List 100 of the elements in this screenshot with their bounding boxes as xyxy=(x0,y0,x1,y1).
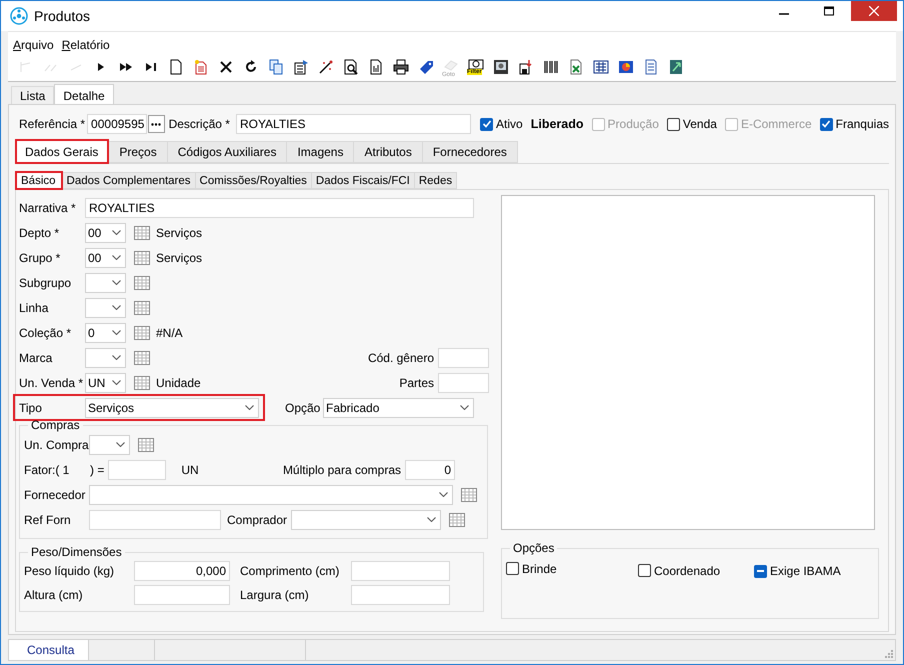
field-label: Fornecedor xyxy=(24,488,86,502)
caret-icon xyxy=(427,517,436,522)
lookup-description: #N/A xyxy=(156,326,183,340)
tab[interactable]: Dados Complementares xyxy=(62,172,196,189)
type-dropdown[interactable]: Serviços xyxy=(85,398,259,418)
checkbox[interactable] xyxy=(666,118,680,130)
multiple-field[interactable]: 0 xyxy=(405,460,455,480)
group-title: Opções xyxy=(512,541,556,555)
field-label: Largura (cm) xyxy=(240,588,309,602)
field-label: Marca xyxy=(19,350,54,364)
status-text: Consulta xyxy=(9,640,88,660)
tab[interactable]: Lista xyxy=(11,86,54,104)
tab[interactable]: Dados Gerais xyxy=(15,139,110,164)
field-label: Subgrupo xyxy=(19,276,72,290)
field-label: Ref Forn xyxy=(24,512,72,526)
table-icon[interactable] xyxy=(134,376,150,390)
caret-icon xyxy=(112,230,121,235)
menu-item[interactable]: Arquivo xyxy=(13,38,54,52)
description-field[interactable]: ROYALTIES xyxy=(236,114,472,134)
field-label: Peso líquido (kg) xyxy=(24,564,114,578)
field-label: Múltiplo para compras xyxy=(282,462,401,476)
lookup-description: Serviços xyxy=(156,226,202,240)
field-label: Comprimento (cm) xyxy=(240,564,340,578)
status-text: Liberado xyxy=(530,117,584,131)
text-field[interactable] xyxy=(89,510,221,530)
caret-icon xyxy=(116,442,125,447)
code-dropdown[interactable]: 00 xyxy=(85,222,126,242)
checkbox-label: Ativo xyxy=(496,117,523,131)
field-label: Cód. gênero xyxy=(368,350,434,364)
field-label: Tipo xyxy=(19,400,43,414)
window-title: Produtos xyxy=(34,8,90,24)
field-label: ) = xyxy=(90,462,104,476)
checkbox[interactable] xyxy=(480,118,494,130)
field-label: Opção xyxy=(285,400,322,414)
table-icon[interactable] xyxy=(134,300,150,314)
caret-icon xyxy=(112,305,121,310)
narrative-field[interactable]: ROYALTIES xyxy=(85,198,474,218)
table-icon[interactable] xyxy=(134,276,150,290)
option-dropdown[interactable]: Fabricado xyxy=(323,398,474,418)
field-label: Descrição * xyxy=(168,117,230,131)
tab[interactable]: Dados Fiscais/FCI xyxy=(312,172,415,189)
table-icon[interactable] xyxy=(134,326,150,340)
tab[interactable]: Atributos xyxy=(354,141,423,163)
number-field[interactable] xyxy=(351,561,450,581)
checkbox[interactable] xyxy=(754,564,767,578)
table-icon[interactable] xyxy=(134,250,150,264)
minimize-icon xyxy=(778,13,788,15)
code-dropdown[interactable]: 0 xyxy=(85,322,126,342)
tab[interactable]: Comissões/Royalties xyxy=(196,172,312,189)
close-button[interactable] xyxy=(851,1,897,21)
checkbox-label: Venda xyxy=(682,117,717,131)
tab[interactable]: Fornecedores xyxy=(422,141,518,163)
field-label: Depto * xyxy=(19,226,60,240)
checkbox-label: Franquias xyxy=(836,117,889,131)
resize-grip-icon[interactable] xyxy=(885,650,893,658)
table-icon[interactable] xyxy=(134,226,150,240)
table-icon[interactable] xyxy=(449,512,466,526)
code-dropdown[interactable]: 00 xyxy=(85,248,126,268)
group-title: Compras xyxy=(30,418,81,432)
tab[interactable]: Códigos Auxiliares xyxy=(168,141,288,163)
caret-icon xyxy=(245,405,254,410)
table-icon[interactable] xyxy=(461,488,477,502)
field-label: Grupo * xyxy=(19,250,62,264)
table-icon[interactable] xyxy=(138,438,154,452)
table-icon[interactable] xyxy=(134,350,150,364)
tab[interactable]: Detalhe xyxy=(54,84,114,105)
caret-icon xyxy=(112,380,121,385)
tab[interactable]: Imagens xyxy=(287,141,354,163)
number-field[interactable] xyxy=(351,585,450,605)
group-title: Peso/Dimensões xyxy=(30,545,123,559)
code-dropdown[interactable]: UN xyxy=(85,372,126,392)
checkbox-label: E-Commerce xyxy=(740,117,812,131)
caret-icon xyxy=(112,280,121,285)
more-button[interactable] xyxy=(148,115,165,133)
checkbox[interactable] xyxy=(506,562,519,575)
factor-field[interactable] xyxy=(108,460,166,480)
caret-icon xyxy=(112,355,121,360)
checkbox[interactable] xyxy=(820,118,833,130)
lookup-description: Unidade xyxy=(156,376,201,390)
checkbox-label: Produção xyxy=(608,117,659,131)
field-label: Narrativa * xyxy=(19,200,77,214)
checkbox-label: Exige IBAMA xyxy=(770,564,841,578)
tab[interactable]: Básico xyxy=(15,171,63,190)
number-field[interactable]: 0,000 xyxy=(134,561,230,581)
field-label: Fator:( 1 xyxy=(24,462,70,476)
tab[interactable]: Preços xyxy=(109,141,168,163)
text-field[interactable] xyxy=(438,348,489,368)
close-icon xyxy=(869,6,879,16)
maximize-icon xyxy=(824,6,834,16)
reference-field[interactable]: 00009595 xyxy=(87,114,148,134)
field-label: Linha xyxy=(19,300,50,314)
field-label: Coleção * xyxy=(19,326,72,340)
caret-icon xyxy=(112,255,121,260)
number-field[interactable] xyxy=(134,585,230,605)
checkbox-label: Coordenado xyxy=(654,564,720,578)
checkbox[interactable] xyxy=(638,564,651,577)
menu-item[interactable]: Relatório xyxy=(62,38,110,52)
tab[interactable]: Redes xyxy=(414,172,458,189)
lookup-description: Serviços xyxy=(156,250,202,264)
text-field[interactable] xyxy=(438,372,489,392)
